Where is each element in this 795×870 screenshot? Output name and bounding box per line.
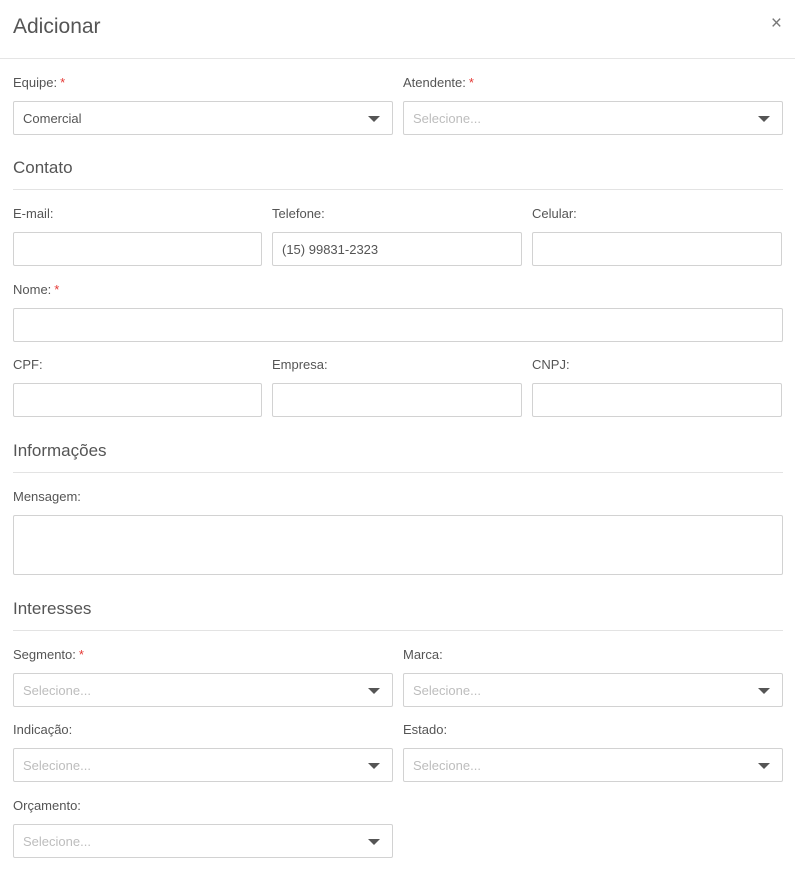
segment-label-text: Segmento:	[13, 647, 76, 662]
brand-select-placeholder: Selecione...	[413, 683, 481, 698]
caret-down-icon	[368, 688, 380, 694]
state-select-placeholder: Selecione...	[413, 758, 481, 773]
budget-label: Orçamento:	[13, 798, 81, 813]
email-field[interactable]	[13, 232, 262, 266]
team-select-value: Comercial	[23, 111, 82, 126]
interests-divider	[13, 630, 783, 631]
cpf-label: CPF:	[13, 357, 43, 372]
attendant-label-text: Atendente:	[403, 75, 466, 90]
team-select[interactable]: Comercial	[13, 101, 393, 135]
phone-field-value: (15) 99831-2323	[282, 242, 379, 257]
caret-down-icon	[758, 116, 770, 122]
info-section-title: Informações	[13, 441, 107, 460]
budget-select[interactable]: Selecione...	[13, 824, 393, 858]
name-label: Nome: *	[13, 282, 59, 298]
required-marker: *	[54, 282, 60, 297]
budget-select-placeholder: Selecione...	[23, 834, 91, 849]
info-divider	[13, 472, 783, 473]
modal-header: Adicionar ×	[0, 0, 795, 59]
contact-divider	[13, 189, 783, 190]
required-marker: *	[468, 75, 474, 90]
attendant-label: Atendente: *	[403, 75, 474, 91]
brand-label: Marca:	[403, 647, 443, 662]
referral-select[interactable]: Selecione...	[13, 748, 393, 782]
required-marker: *	[78, 647, 84, 662]
cnpj-label: CNPJ:	[532, 357, 570, 372]
company-field[interactable]	[272, 383, 522, 417]
attendant-select[interactable]: Selecione...	[403, 101, 783, 135]
segment-label: Segmento: *	[13, 647, 84, 663]
message-label: Mensagem:	[13, 489, 81, 504]
team-label-text: Equipe:	[13, 75, 58, 90]
attendant-select-placeholder: Selecione...	[413, 111, 481, 126]
mobile-label: Celular:	[532, 206, 577, 221]
mobile-field[interactable]	[532, 232, 782, 266]
caret-down-icon	[758, 763, 770, 769]
brand-select[interactable]: Selecione...	[403, 673, 783, 707]
caret-down-icon	[368, 116, 380, 122]
state-select[interactable]: Selecione...	[403, 748, 783, 782]
state-label: Estado:	[403, 722, 448, 737]
interests-section-title: Interesses	[13, 599, 92, 618]
required-marker: *	[60, 75, 66, 90]
name-label-text: Nome:	[13, 282, 52, 297]
caret-down-icon	[758, 688, 770, 694]
phone-label: Telefone:	[272, 206, 325, 221]
contact-section-title: Contato	[13, 158, 73, 177]
caret-down-icon	[368, 839, 380, 845]
name-field[interactable]	[13, 308, 783, 342]
segment-select-placeholder: Selecione...	[23, 683, 91, 698]
cnpj-field[interactable]	[532, 383, 782, 417]
modal-title: Adicionar	[13, 15, 101, 38]
referral-select-placeholder: Selecione...	[23, 758, 91, 773]
company-label: Empresa:	[272, 357, 328, 372]
caret-down-icon	[368, 763, 380, 769]
message-textarea[interactable]	[13, 515, 783, 575]
phone-field[interactable]: (15) 99831-2323	[272, 232, 522, 266]
email-label: E-mail:	[13, 206, 54, 221]
segment-select[interactable]: Selecione...	[13, 673, 393, 707]
cpf-field[interactable]	[13, 383, 262, 417]
referral-label: Indicação:	[13, 722, 73, 737]
team-label: Equipe: *	[13, 75, 65, 91]
close-icon[interactable]: ×	[771, 14, 782, 34]
